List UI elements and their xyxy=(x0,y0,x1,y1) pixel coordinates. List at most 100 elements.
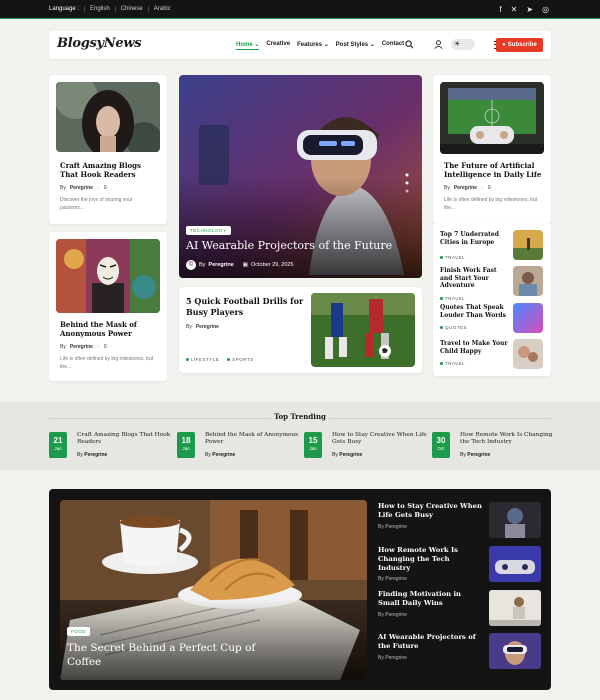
comment-icon: ◌ xyxy=(96,185,100,191)
post-title[interactable]: Behind the Mask of Anonymous Power xyxy=(60,320,156,338)
post-title[interactable]: AI Wearable Projectors of the Future xyxy=(378,633,484,651)
post-thumbnail[interactable] xyxy=(311,293,415,367)
post-title[interactable]: Finding Motivation in Small Daily Wins xyxy=(378,590,484,608)
trending-item[interactable]: 18 Jan Behind the Mask of Anonymous Power… xyxy=(177,432,298,460)
post-title[interactable]: 5 Quick Football Drills for Busy Players xyxy=(186,296,304,317)
tag-sports[interactable]: SPORTS xyxy=(227,357,253,362)
nav-post-styles[interactable]: Post Styles ⌄ xyxy=(336,41,375,50)
post-card[interactable]: Behind the Mask of Anonymous Power By Per… xyxy=(49,232,167,381)
post-meta: By Peregrine ◌ 0 xyxy=(60,185,107,191)
date-badge: 30 Oct xyxy=(432,432,450,458)
post-excerpt: Life is often defined by big milestones,… xyxy=(60,356,154,370)
post-meta: By Peregrine xyxy=(186,324,219,330)
dark-list-item[interactable]: AI Wearable Projectors of the Future By … xyxy=(378,633,542,669)
post-author[interactable]: Peregrine xyxy=(385,612,407,618)
post-author[interactable]: Peregrine xyxy=(385,655,407,661)
facebook-icon[interactable]: f xyxy=(499,5,501,14)
bell-icon: ● xyxy=(502,42,506,48)
dark-list-item[interactable]: Finding Motivation in Small Daily Wins B… xyxy=(378,590,542,626)
post-author[interactable]: Peregrine xyxy=(385,576,407,582)
date-badge: 21 Jan xyxy=(49,432,67,458)
post-title[interactable]: Craft Amazing Blogs That Hook Readers xyxy=(60,161,156,179)
post-date: October 29, 2025 xyxy=(251,262,294,268)
nav-home[interactable]: Home ⌄ xyxy=(236,41,260,50)
post-author[interactable]: Peregrine xyxy=(339,452,362,458)
category-badge[interactable]: FOOD xyxy=(67,627,90,636)
author-avatar[interactable]: © xyxy=(186,260,196,270)
post-meta: By Peregrine ◌ 0 xyxy=(60,344,107,350)
post-author[interactable]: Peregrine xyxy=(70,185,93,191)
trending-title[interactable]: How to Stay Creative When Life Gets Busy xyxy=(332,432,428,446)
post-tags: LIFESTYLE SPORTS xyxy=(186,357,254,362)
user-icon[interactable] xyxy=(434,40,443,49)
post-author[interactable]: Peregrine xyxy=(454,185,477,191)
trending-item[interactable]: 30 Oct How Remote Work Is Changing the Te… xyxy=(432,432,552,460)
chevron-down-icon: ⌄ xyxy=(323,42,329,48)
post-thumbnail[interactable] xyxy=(489,590,541,626)
post-thumbnail[interactable] xyxy=(489,546,541,582)
post-title[interactable]: How Remote Work Is Changing the Tech Ind… xyxy=(378,546,484,572)
featured-title[interactable]: The Secret Behind a Perfect Cup of Coffe… xyxy=(67,641,267,669)
post-thumbnail[interactable] xyxy=(489,502,541,538)
chevron-down-icon: ⌄ xyxy=(254,42,260,48)
post-author[interactable]: Peregrine xyxy=(70,344,93,350)
comment-icon: ◌ xyxy=(480,185,484,191)
featured-post[interactable]: FOOD The Secret Behind a Perfect Cup of … xyxy=(60,500,367,680)
trending-item[interactable]: 21 Jan Craft Amazing Blogs That Hook Read… xyxy=(49,432,170,460)
post-title[interactable]: How to Stay Creative When Life Gets Busy xyxy=(378,502,484,520)
dark-mode-toggle[interactable]: ☀ xyxy=(451,39,475,50)
nav-contact[interactable]: Contact xyxy=(382,41,404,50)
post-author[interactable]: Peregrine xyxy=(84,452,107,458)
post-author[interactable]: Peregrine xyxy=(385,524,407,530)
header-icons: ☀ xyxy=(405,39,505,50)
trending-item[interactable]: 15 Jan How to Stay Creative When Life Get… xyxy=(304,432,427,460)
hero-meta: © By Peregrine ▦ October 29, 2025 xyxy=(186,260,294,270)
post-author[interactable]: Peregrine xyxy=(467,452,490,458)
telegram-icon[interactable]: ➤ xyxy=(526,5,533,14)
category-badge[interactable]: TECHNOLOGY xyxy=(186,226,231,235)
x-icon[interactable]: ✕ xyxy=(511,5,518,14)
list-thumbnail[interactable] xyxy=(513,266,543,296)
dark-list-item[interactable]: How Remote Work Is Changing the Tech Ind… xyxy=(378,546,542,582)
search-icon[interactable] xyxy=(405,40,414,49)
tag-lifestyle[interactable]: LIFESTYLE xyxy=(186,357,219,362)
nav-features[interactable]: Features ⌄ xyxy=(297,41,329,50)
list-item[interactable]: Finish Work Fast and Start Your Adventur… xyxy=(440,267,510,301)
comment-icon: ◌ xyxy=(96,344,100,350)
post-author[interactable]: Peregrine xyxy=(212,452,235,458)
instagram-icon[interactable]: ◎ xyxy=(542,5,549,14)
post-card[interactable]: 5 Quick Football Drills for Busy Players… xyxy=(179,287,422,373)
nav-creative[interactable]: Creative xyxy=(266,41,290,50)
language-chinese[interactable]: Chinese xyxy=(116,6,149,12)
site-header: BlogsyNews Home ⌄ Creative Features ⌄ Po… xyxy=(49,31,551,59)
list-item[interactable]: Quotes That Speak Louder Than Words QUOT… xyxy=(440,304,510,330)
post-author[interactable]: Peregrine xyxy=(208,262,233,268)
post-thumbnail[interactable] xyxy=(56,239,160,313)
date-badge: 18 Jan xyxy=(177,432,195,458)
post-card[interactable]: The Future of Artificial Intelligence in… xyxy=(433,75,551,224)
post-title[interactable]: The Future of Artificial Intelligence in… xyxy=(444,161,544,179)
date-badge: 15 Jan xyxy=(304,432,322,458)
list-item[interactable]: Travel to Make Your Child Happy TRAVEL xyxy=(440,340,510,366)
list-item[interactable]: Top 7 Underrated Cities in Europe TRAVEL xyxy=(440,231,510,260)
list-thumbnail[interactable] xyxy=(513,339,543,369)
dark-list-item[interactable]: How to Stay Creative When Life Gets Busy… xyxy=(378,502,542,538)
trending-title[interactable]: Craft Amazing Blogs That Hook Readers xyxy=(77,432,173,446)
post-author[interactable]: Peregrine xyxy=(196,324,219,330)
post-thumbnail[interactable] xyxy=(489,633,541,669)
language-arabic[interactable]: Arabic xyxy=(149,6,176,12)
list-thumbnail[interactable] xyxy=(513,230,543,260)
trending-title[interactable]: Behind the Mask of Anonymous Power xyxy=(205,432,301,446)
trending-title[interactable]: How Remote Work Is Changing the Tech Ind… xyxy=(460,432,556,446)
post-thumbnail[interactable] xyxy=(56,82,160,152)
list-thumbnail[interactable] xyxy=(513,303,543,333)
post-thumbnail[interactable] xyxy=(440,82,544,154)
subscribe-button[interactable]: ● Subscribe xyxy=(496,38,543,52)
hero-title[interactable]: AI Wearable Projectors of the Future xyxy=(186,239,416,252)
hero-post[interactable]: TECHNOLOGY AI Wearable Projectors of the… xyxy=(179,75,422,278)
site-logo[interactable]: BlogsyNews xyxy=(57,36,142,51)
language-english[interactable]: English xyxy=(85,6,116,12)
chevron-down-icon: ⌄ xyxy=(369,42,375,48)
language-switcher: Language : English Chinese Arabic xyxy=(49,6,176,12)
post-card[interactable]: Craft Amazing Blogs That Hook Readers By… xyxy=(49,75,167,224)
